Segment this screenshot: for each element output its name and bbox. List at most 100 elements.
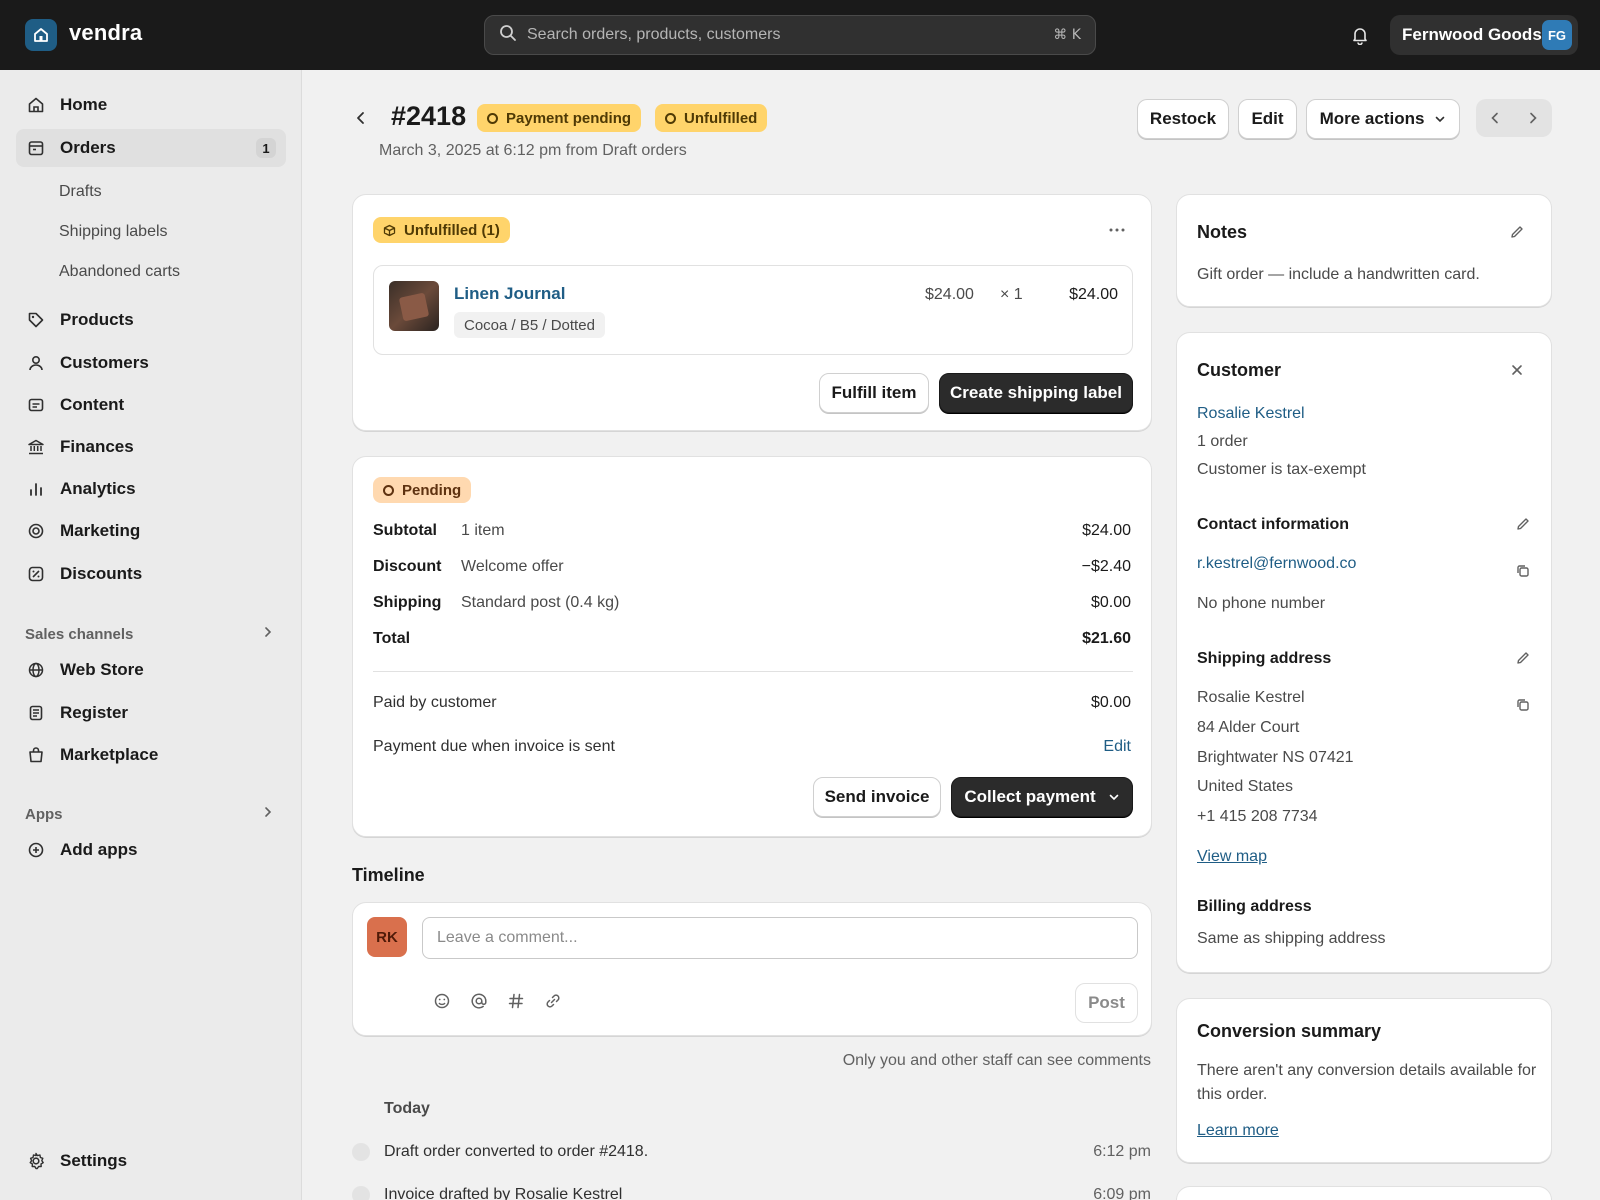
line-total: $24.00 <box>1069 286 1118 303</box>
register-icon <box>26 703 46 723</box>
chevron-right-icon <box>261 625 275 643</box>
apps-header[interactable]: Apps <box>25 805 275 823</box>
product-thumbnail <box>389 281 439 331</box>
comment-card: RK Post <box>352 902 1152 1036</box>
comment-input[interactable] <box>422 917 1138 959</box>
badge-label: Unfulfilled <box>684 109 758 127</box>
section-label: Sales channels <box>25 625 134 643</box>
notifications-bell-icon[interactable] <box>1348 23 1372 47</box>
send-invoice-button[interactable]: Send invoice <box>813 777 941 817</box>
store-switcher[interactable]: Fernwood Goods FG <box>1390 15 1578 55</box>
subtotal-detail: 1 item <box>461 522 505 539</box>
sidebar-item-marketing[interactable]: Marketing <box>16 512 286 550</box>
global-search[interactable]: ⌘ K <box>484 15 1096 55</box>
sidebar-subitem-abandoned-carts[interactable]: Abandoned carts <box>59 263 180 281</box>
copy-icon[interactable] <box>1513 561 1533 581</box>
sidebar-item-customers[interactable]: Customers <box>16 344 286 382</box>
sidebar-item-finances[interactable]: Finances <box>16 428 286 466</box>
pending-dot-icon <box>665 112 676 124</box>
mention-icon[interactable] <box>468 990 490 1012</box>
view-map-link[interactable]: View map <box>1197 848 1267 866</box>
collect-payment-button[interactable]: Collect payment <box>951 777 1133 817</box>
edit-pencil-icon[interactable] <box>1513 514 1533 534</box>
edit-pencil-icon[interactable] <box>1507 222 1527 242</box>
sidebar-subitem-drafts[interactable]: Drafts <box>59 183 102 201</box>
plus-circle-icon <box>26 840 46 860</box>
payment-terms-edit-link[interactable]: Edit <box>1103 738 1131 756</box>
sidebar-item-label: Customers <box>60 353 149 372</box>
create-shipping-label-button[interactable]: Create shipping label <box>939 373 1133 413</box>
shipping-detail: Standard post (0.4 kg) <box>461 594 620 611</box>
notes-title: Notes <box>1197 222 1248 242</box>
sidebar-item-orders[interactable]: Orders 1 <box>16 129 286 167</box>
restock-button[interactable]: Restock <box>1137 99 1229 139</box>
sidebar-item-products[interactable]: Products <box>16 301 286 339</box>
sidebar-item-marketplace[interactable]: Marketplace <box>16 736 286 774</box>
sales-channels-header[interactable]: Sales channels <box>25 625 275 643</box>
edit-pencil-icon[interactable] <box>1513 648 1533 668</box>
address-line: 84 Alder Court <box>1197 719 1300 736</box>
notes-card: Notes Gift order — include a handwritten… <box>1176 194 1552 307</box>
more-actions-button[interactable]: More actions <box>1306 99 1460 139</box>
line-item: Linen Journal Cocoa / B5 / Dotted $24.00… <box>373 265 1133 355</box>
total-value: $21.60 <box>1082 630 1131 647</box>
sidebar-item-home[interactable]: Home <box>16 86 286 124</box>
sidebar-item-web-store[interactable]: Web Store <box>16 651 286 689</box>
sidebar-item-label: Marketing <box>60 521 141 540</box>
order-subtitle: March 3, 2025 at 6:12 pm from Draft orde… <box>379 142 687 159</box>
contact-info-title: Contact information <box>1197 516 1349 533</box>
product-variant: Cocoa / B5 / Dotted <box>454 312 605 338</box>
post-comment-button[interactable]: Post <box>1075 983 1138 1023</box>
next-card-partial <box>1176 1186 1552 1200</box>
gear-icon <box>26 1151 46 1171</box>
conversion-text: There aren't any conversion details avai… <box>1197 1062 1537 1103</box>
button-label: Collect payment <box>964 787 1096 806</box>
timeline-event-text: Invoice drafted by Rosalie Kestrel <box>384 1186 623 1200</box>
sidebar-item-analytics[interactable]: Analytics <box>16 470 286 508</box>
discount-label: Discount <box>373 558 442 575</box>
sidebar-item-content[interactable]: Content <box>16 386 286 424</box>
address-line: Brightwater NS 07421 <box>1197 749 1354 766</box>
copy-icon[interactable] <box>1513 695 1533 715</box>
shipping-value: $0.00 <box>1090 594 1131 611</box>
sidebar-item-register[interactable]: Register <box>16 694 286 732</box>
sidebar-item-discounts[interactable]: Discounts <box>16 555 286 593</box>
edit-order-button[interactable]: Edit <box>1238 99 1297 139</box>
sidebar: Home Orders 1 Drafts Shipping labels Aba… <box>0 70 302 1200</box>
sidebar-item-label: Add apps <box>60 840 138 859</box>
timeline-event-time: 6:09 pm <box>1093 1186 1151 1200</box>
back-arrow-icon[interactable] <box>351 106 371 130</box>
address-line: United States <box>1197 778 1294 795</box>
customer-name-link[interactable]: Rosalie Kestrel <box>1197 405 1305 423</box>
next-order-chevron-icon[interactable] <box>1514 99 1552 137</box>
unit-price: $24.00 <box>925 286 974 303</box>
page-title: #2418 <box>391 101 467 131</box>
link-icon[interactable] <box>542 990 564 1012</box>
sidebar-item-label: Discounts <box>60 564 143 583</box>
timeline-event-text: Draft order converted to order #2418. <box>384 1143 649 1160</box>
sidebar-item-label: Content <box>60 395 125 414</box>
sidebar-subitem-shipping-labels[interactable]: Shipping labels <box>59 223 168 241</box>
timeline-title: Timeline <box>352 865 425 885</box>
product-name-link[interactable]: Linen Journal <box>454 284 565 304</box>
package-icon <box>383 224 396 237</box>
more-horizontal-icon[interactable] <box>1105 221 1129 239</box>
pending-dot-icon <box>487 112 498 124</box>
discount-icon <box>26 564 46 584</box>
customer-email-link[interactable]: r.kestrel@fernwood.co <box>1197 555 1356 573</box>
customer-card: Customer Rosalie Kestrel 1 order Custome… <box>1176 332 1552 973</box>
pending-dot-icon <box>383 484 394 496</box>
learn-more-link[interactable]: Learn more <box>1197 1122 1279 1140</box>
close-icon[interactable] <box>1507 360 1527 380</box>
hashtag-icon[interactable] <box>505 990 527 1012</box>
payment-status-badge: Payment pending <box>477 104 642 132</box>
previous-order-chevron-icon[interactable] <box>1476 99 1514 137</box>
sidebar-item-add-apps[interactable]: Add apps <box>16 831 286 869</box>
avatar: RK <box>367 917 407 957</box>
store-logo-icon[interactable] <box>25 19 57 51</box>
sidebar-item-settings[interactable]: Settings <box>16 1142 286 1180</box>
emoji-icon[interactable] <box>431 990 453 1012</box>
fulfill-item-button[interactable]: Fulfill item <box>819 373 929 413</box>
orders-icon <box>26 138 46 158</box>
search-input[interactable] <box>527 26 1054 44</box>
